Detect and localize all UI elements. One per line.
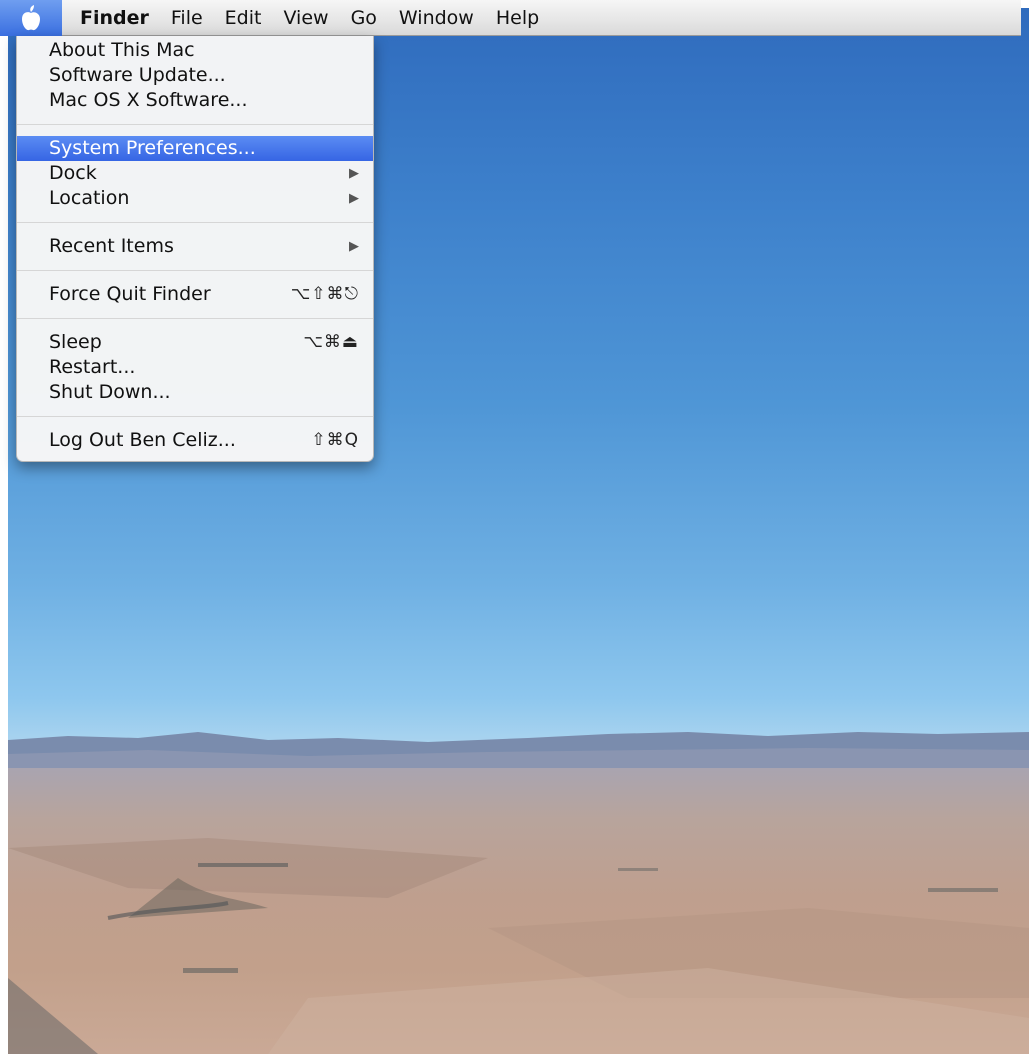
separator [17, 416, 373, 417]
submenu-arrow-icon: ▶ [349, 239, 359, 254]
menu-file[interactable]: File [160, 0, 214, 36]
log-out-item[interactable]: Log Out Ben Celiz... ⇧⌘Q [17, 428, 373, 453]
location-label: Location [49, 187, 130, 209]
menu-help[interactable]: Help [485, 0, 550, 36]
about-this-mac-label: About This Mac [49, 39, 195, 61]
log-out-label: Log Out Ben Celiz... [49, 429, 236, 451]
separator [17, 270, 373, 271]
menu-view[interactable]: View [272, 0, 339, 36]
dock-label: Dock [49, 162, 97, 184]
about-this-mac-item[interactable]: About This Mac [17, 38, 373, 63]
menu-edit[interactable]: Edit [214, 0, 273, 36]
plain-landscape [8, 768, 1029, 1054]
recent-items-label: Recent Items [49, 235, 174, 257]
sleep-item[interactable]: Sleep ⌥⌘⏏ [17, 330, 373, 355]
log-out-shortcut: ⇧⌘Q [311, 430, 359, 450]
submenu-arrow-icon: ▶ [349, 191, 359, 206]
apple-menu-dropdown: About This Mac Software Update... Mac OS… [16, 36, 374, 462]
software-update-item[interactable]: Software Update... [17, 63, 373, 88]
menu-go[interactable]: Go [340, 0, 388, 36]
shut-down-label: Shut Down... [49, 381, 171, 403]
mac-os-x-software-label: Mac OS X Software... [49, 89, 248, 111]
separator [17, 222, 373, 223]
force-quit-item[interactable]: Force Quit Finder ⌥⇧⌘⎋ [17, 282, 373, 307]
force-quit-shortcut: ⌥⇧⌘⎋ [290, 284, 359, 304]
location-item[interactable]: Location ▶ [17, 186, 373, 211]
software-update-label: Software Update... [49, 64, 226, 86]
sleep-label: Sleep [49, 331, 102, 353]
system-preferences-label: System Preferences... [49, 137, 256, 159]
field-patterns [8, 838, 1029, 1054]
menu-bar: Finder File Edit View Go Window Help [0, 0, 1021, 36]
system-preferences-item[interactable]: System Preferences... [17, 136, 373, 161]
sleep-shortcut: ⌥⌘⏏ [303, 332, 359, 352]
apple-logo-icon [22, 4, 40, 30]
apple-menu-button[interactable] [0, 0, 62, 36]
recent-items-item[interactable]: Recent Items ▶ [17, 234, 373, 259]
separator [17, 124, 373, 125]
screen: Finder File Edit View Go Window Help Abo… [0, 0, 1029, 1054]
submenu-arrow-icon: ▶ [349, 166, 359, 181]
dock-item[interactable]: Dock ▶ [17, 161, 373, 186]
menu-finder[interactable]: Finder [62, 0, 160, 36]
restart-item[interactable]: Restart... [17, 355, 373, 380]
shut-down-item[interactable]: Shut Down... [17, 380, 373, 405]
menu-window[interactable]: Window [388, 0, 485, 36]
restart-label: Restart... [49, 356, 136, 378]
force-quit-label: Force Quit Finder [49, 283, 211, 305]
mac-os-x-software-item[interactable]: Mac OS X Software... [17, 88, 373, 113]
separator [17, 318, 373, 319]
